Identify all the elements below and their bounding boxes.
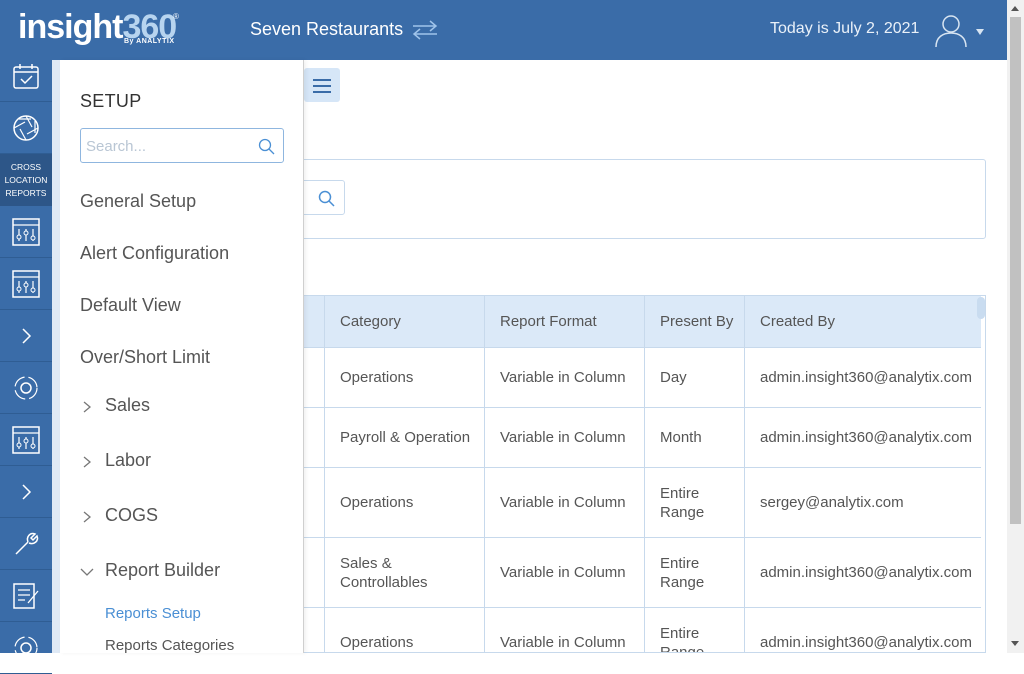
table-cell: Month — [644, 408, 744, 467]
rail-tools[interactable] — [0, 518, 52, 570]
submenu-item-reports-categories[interactable]: Reports Categories — [105, 637, 234, 653]
table-cell: admin.insight360@analytix.com — [744, 408, 981, 467]
table-cell: Payroll & Operation — [324, 408, 484, 467]
report-sliders-icon — [12, 269, 40, 298]
table-row[interactable]: Operations Variable in Column Entire Ran… — [281, 468, 981, 538]
cross-location-reports[interactable]: CROSS LOCATION REPORTS — [0, 154, 52, 206]
table-cell: Operations — [324, 608, 484, 652]
table-cell: Entire Range — [644, 608, 744, 652]
table-cell: Variable in Column — [484, 468, 644, 537]
table-cell: admin.insight360@analytix.com — [744, 538, 981, 607]
table-cell: Entire Range — [644, 468, 744, 537]
scroll-up-arrow-icon[interactable] — [1011, 6, 1019, 11]
chevron-right-icon — [22, 327, 32, 344]
menu-group-label: Report Builder — [105, 560, 221, 580]
menu-item-over-short-limit[interactable]: Over/Short Limit — [80, 347, 210, 368]
submenu-item-reports-setup[interactable]: Reports Setup — [105, 605, 201, 622]
logo-registered: ® — [173, 12, 179, 21]
today-date: Today is July 2, 2021 — [770, 20, 920, 37]
rail-calendar[interactable] — [0, 50, 52, 102]
table-cell: Variable in Column — [484, 538, 644, 607]
icon-rail: CROSS LOCATION REPORTS — [0, 60, 52, 674]
table-cell: Operations — [324, 348, 484, 407]
column-header-category[interactable]: Category — [324, 296, 484, 348]
chevron-right-icon — [83, 401, 92, 413]
chevron-right-icon — [83, 511, 92, 523]
cross-location-label: CROSS LOCATION REPORTS — [4, 161, 48, 198]
menu-line — [313, 91, 331, 93]
column-header-report-format[interactable]: Report Format — [484, 296, 644, 348]
search-icon — [318, 190, 335, 207]
logo-byline: By ANALYTIX — [124, 38, 175, 45]
rail-settings-cycle[interactable] — [0, 362, 52, 414]
page-scrollbar[interactable] — [1007, 0, 1024, 653]
table-cell: Variable in Column — [484, 348, 644, 407]
menu-item-default-view[interactable]: Default View — [80, 295, 181, 316]
rail-expand-1[interactable] — [0, 310, 52, 362]
insight360-logo[interactable]: insight360 ® By ANALYTIX — [18, 8, 188, 52]
menu-item-general-setup[interactable]: General Setup — [80, 191, 196, 212]
swap-arrows-icon[interactable] — [410, 19, 440, 41]
table-cell: admin.insight360@analytix.com — [744, 348, 981, 407]
rail-more[interactable] — [0, 622, 52, 674]
column-header-created-by[interactable]: Created By — [744, 296, 981, 348]
reports-table: Category Report Format Present By Create… — [280, 295, 986, 653]
user-avatar-icon[interactable] — [933, 12, 969, 48]
table-cell: Variable in Column — [484, 608, 644, 652]
table-cell: Sales & Controllables — [324, 538, 484, 607]
chevron-right-icon — [22, 483, 32, 500]
menu-item-alert-configuration[interactable]: Alert Configuration — [80, 243, 229, 264]
table-cell: sergey@analytix.com — [744, 468, 981, 537]
organization-name[interactable]: Seven Restaurants — [250, 19, 403, 40]
top-bar: insight360 ® By ANALYTIX Seven Restauran… — [0, 0, 1007, 60]
calendar-check-icon — [13, 63, 39, 89]
table-row[interactable]: Operations Variable in Column Day admin.… — [281, 348, 981, 408]
logo-word: insight — [18, 8, 123, 46]
rail-expand-2[interactable] — [0, 466, 52, 518]
table-cell: Day — [644, 348, 744, 407]
chevron-down-icon — [80, 568, 94, 576]
menu-line — [313, 85, 331, 87]
menu-group-label: Labor — [105, 450, 152, 470]
table-row[interactable]: Operations Variable in Column Entire Ran… — [281, 608, 981, 652]
rail-aperture[interactable] — [0, 102, 52, 154]
filter-panel — [280, 159, 986, 239]
menu-group-label: COGS — [105, 505, 159, 525]
menu-line — [313, 79, 331, 81]
table-cell: admin.insight360@analytix.com — [744, 608, 981, 652]
search-icon[interactable] — [258, 138, 275, 155]
report-sliders-icon — [12, 425, 40, 454]
rail-report-1[interactable] — [0, 206, 52, 258]
rail-notes[interactable] — [0, 570, 52, 622]
setup-search-box[interactable] — [80, 128, 284, 163]
page-scrollbar-thumb[interactable] — [1010, 17, 1021, 524]
user-menu-caret-icon[interactable] — [976, 29, 984, 35]
rail-report-3[interactable] — [0, 414, 52, 466]
chevron-right-icon — [83, 456, 92, 468]
gear-cycle-icon — [14, 635, 38, 660]
scroll-down-arrow-icon[interactable] — [1011, 641, 1019, 646]
table-row[interactable]: Sales & Controllables Variable in Column… — [281, 538, 981, 608]
table-scrollbar-thumb[interactable] — [977, 297, 985, 319]
table-cell: Variable in Column — [484, 408, 644, 467]
table-cell: Entire Range — [644, 538, 744, 607]
setup-title: SETUP — [80, 91, 142, 111]
gear-cycle-icon — [14, 375, 38, 400]
rail-report-2[interactable] — [0, 258, 52, 310]
menu-group-label: Sales — [105, 395, 151, 415]
aperture-icon — [13, 114, 39, 141]
setup-panel: SETUP General Setup Alert Configuration … — [60, 60, 304, 653]
hamburger-menu-button[interactable] — [304, 68, 340, 102]
column-header-present-by[interactable]: Present By — [644, 296, 744, 348]
document-edit-icon — [13, 582, 39, 609]
report-sliders-icon — [12, 217, 40, 246]
table-cell: Operations — [324, 468, 484, 537]
table-header: Category Report Format Present By Create… — [281, 296, 981, 348]
table-row[interactable]: Payroll & Operation Variable in Column M… — [281, 408, 981, 468]
setup-search-input[interactable] — [86, 135, 246, 157]
wrench-icon — [15, 532, 39, 555]
rail-edge — [52, 60, 60, 653]
